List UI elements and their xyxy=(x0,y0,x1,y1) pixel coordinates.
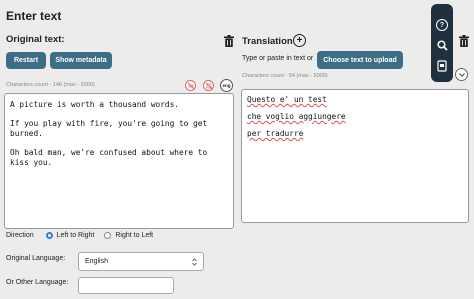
choose-text-button[interactable]: Choose text to upload xyxy=(317,51,403,69)
no-audio-icon[interactable] xyxy=(185,80,196,91)
show-metadata-button[interactable]: Show metadata xyxy=(50,52,112,69)
translation-line: che voglio aggiungere xyxy=(247,112,463,122)
translation-line: per tradurre xyxy=(247,129,463,139)
search-icon[interactable] xyxy=(436,39,448,51)
original-language-select[interactable]: English xyxy=(78,252,204,271)
other-language-input[interactable] xyxy=(78,277,174,294)
ltr-label[interactable]: Left to Right xyxy=(57,232,95,239)
select-arrows-icon xyxy=(192,257,197,266)
rtl-label[interactable]: Right to Left xyxy=(115,232,153,239)
original-line: Oh bald man, we're confused about where … xyxy=(10,148,208,167)
trash-icon[interactable] xyxy=(459,34,469,47)
floating-toolbar: ? xyxy=(431,4,453,82)
original-char-count: Characters count - 146 (max - 5000) xyxy=(6,82,95,88)
direction-row: Direction Left to Right Right to Left xyxy=(6,232,153,239)
original-language-value: English xyxy=(85,258,108,265)
translation-line-text: Questo e' un test xyxy=(247,95,327,104)
original-text-label: Original text: xyxy=(6,34,65,45)
ltr-radio[interactable] xyxy=(45,232,53,239)
page-title: Enter text xyxy=(6,9,62,23)
other-language-label: Or Other Language: xyxy=(6,279,69,286)
translation-label: Translation xyxy=(242,36,293,47)
rtl-radio[interactable] xyxy=(104,232,112,239)
original-line: If you play with fire, you're going to g… xyxy=(10,119,208,138)
original-language-label: Original Language: xyxy=(6,255,66,262)
language-badge[interactable]: eng xyxy=(220,79,233,92)
translation-char-count: Characters count - 54 (max - 5000) xyxy=(242,73,328,79)
type-paste-hint: Type or paste in text or xyxy=(242,55,314,62)
trash-icon[interactable] xyxy=(224,34,234,47)
translation-line: Questo e' un test xyxy=(247,95,463,105)
restart-button[interactable]: Restart xyxy=(6,52,46,69)
add-icon[interactable]: + xyxy=(293,34,306,47)
no-translate-icon[interactable] xyxy=(203,80,214,91)
original-text-area[interactable]: A picture is worth a thousand words. If … xyxy=(4,93,234,229)
translation-line-text: per tradurre xyxy=(247,129,304,138)
document-icon[interactable] xyxy=(436,60,448,72)
direction-label: Direction xyxy=(6,232,34,239)
help-icon[interactable]: ? xyxy=(436,19,448,31)
chevron-down-icon[interactable] xyxy=(455,68,468,81)
translation-text-area[interactable]: Questo e' un test che voglio aggiungere … xyxy=(241,89,469,223)
translation-line-text: che voglio aggiungere xyxy=(247,112,346,121)
original-line: A picture is worth a thousand words. xyxy=(10,100,179,109)
